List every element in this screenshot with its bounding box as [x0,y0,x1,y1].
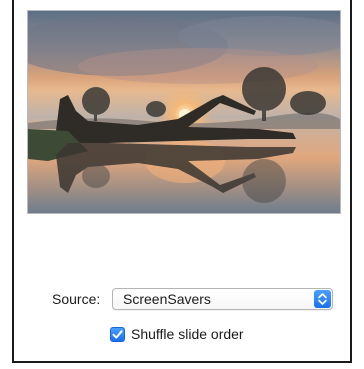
up-down-chevron-icon[interactable] [314,290,331,308]
source-select[interactable]: ScreenSavers [112,288,333,310]
shuffle-row: Shuffle slide order [14,325,350,345]
source-row: Source: ScreenSavers [14,288,350,312]
landscape-photo-icon [28,11,340,213]
slideshow-preview [27,10,341,214]
shuffle-label[interactable]: Shuffle slide order [131,326,244,342]
checkmark-icon [112,330,123,339]
source-select-value: ScreenSavers [123,291,211,307]
screensaver-options-panel: Source: ScreenSavers Shuffle slide order [12,0,352,363]
source-label: Source: [52,291,101,307]
shuffle-checkbox[interactable] [110,327,125,342]
